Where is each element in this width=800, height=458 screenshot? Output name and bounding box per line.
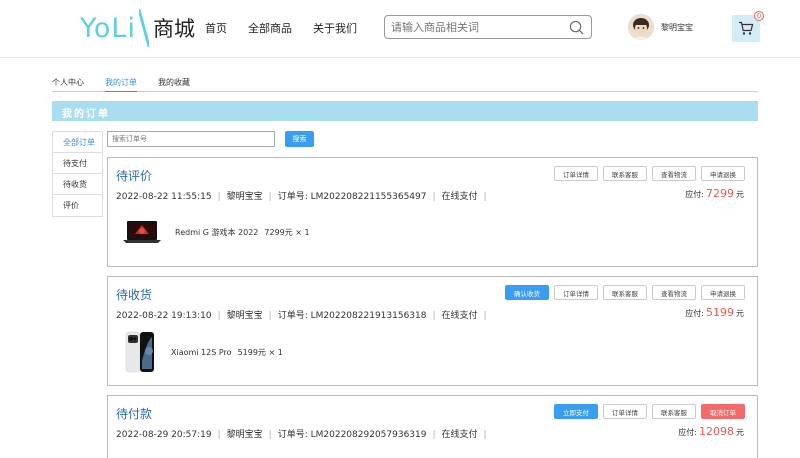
product-price-qty: 7299元 × 1 bbox=[264, 227, 310, 237]
nav-item-all-products[interactable]: 全部商品 bbox=[248, 20, 292, 36]
order-search-box bbox=[107, 131, 275, 147]
order-actions: 订单详情 联系客服 查看物流 申请退换 bbox=[554, 166, 745, 181]
laptop-image[interactable] bbox=[123, 220, 161, 244]
payable-label: 应付: bbox=[685, 309, 704, 318]
product-name[interactable]: Redmi G 游戏本 2022 bbox=[175, 227, 258, 238]
sidebar-item-all-orders[interactable]: 全部订单 bbox=[53, 132, 102, 153]
order-card: 待收货 确认收货 订单详情 联系客服 查看物流 申请退换 2022-08-22 … bbox=[107, 276, 758, 386]
contact-service-button[interactable]: 联系客服 bbox=[603, 285, 647, 300]
request-return-button[interactable]: 申请退换 bbox=[701, 285, 745, 300]
cancel-order-button[interactable]: 取消订单 bbox=[701, 404, 745, 419]
pay-method: 在线支付 bbox=[441, 311, 478, 321]
cart-count-badge: 0 bbox=[754, 11, 764, 21]
order-detail-button[interactable]: 订单详情 bbox=[554, 166, 598, 181]
tab-my-favorites[interactable]: 我的收藏 bbox=[158, 76, 190, 92]
phone-image[interactable] bbox=[123, 331, 157, 373]
nav-item-about[interactable]: 关于我们 bbox=[313, 20, 357, 36]
payable-amount: 应付: 12098 元 bbox=[678, 425, 744, 438]
section-title: 我的订单 bbox=[62, 109, 110, 120]
user-avatar[interactable] bbox=[628, 14, 654, 40]
order-no-label: 订单号: bbox=[277, 192, 308, 202]
order-number: LM202208221913156318 bbox=[310, 311, 427, 321]
sidebar-item-review[interactable]: 评价 bbox=[53, 195, 102, 216]
sidebar-item-pending-receipt[interactable]: 待收货 bbox=[53, 174, 102, 195]
product-name[interactable]: Xiaomi 12S Pro bbox=[171, 348, 232, 357]
order-datetime: 2022-08-22 11:55:15 bbox=[116, 192, 212, 202]
logo-slash-mark bbox=[138, 9, 149, 47]
order-status: 待评价 bbox=[116, 169, 153, 183]
order-search-button[interactable]: 搜索 bbox=[285, 131, 314, 147]
order-user: 黎明宝宝 bbox=[226, 311, 263, 321]
confirm-receipt-button[interactable]: 确认收货 bbox=[505, 285, 549, 300]
order-search-input[interactable] bbox=[112, 132, 272, 146]
currency-label: 元 bbox=[736, 428, 744, 437]
order-status: 待付款 bbox=[116, 407, 153, 421]
payable-label: 应付: bbox=[678, 428, 697, 437]
order-detail-button[interactable]: 订单详情 bbox=[554, 285, 598, 300]
logo-cn-text: 商城 bbox=[152, 17, 195, 41]
order-product[interactable]: Xiaomi 12S Pro 5199元 × 1 bbox=[123, 331, 283, 373]
account-tabs: 个人中心 我的订单 我的收藏 bbox=[52, 76, 758, 92]
order-datetime: 2022-08-22 19:13:10 bbox=[116, 311, 212, 321]
product-price-qty: 5199元 × 1 bbox=[237, 347, 283, 357]
payable-amount: 应付: 5199 元 bbox=[685, 306, 744, 319]
site-logo[interactable]: YoLi 商城 bbox=[80, 9, 195, 47]
logo-text: YoLi bbox=[80, 12, 136, 44]
request-return-button[interactable]: 申请退换 bbox=[701, 166, 745, 181]
pay-now-button[interactable]: 立即支付 bbox=[554, 404, 598, 419]
pay-method: 在线支付 bbox=[441, 192, 478, 202]
order-detail-button[interactable]: 订单详情 bbox=[603, 404, 647, 419]
cart-icon bbox=[739, 21, 754, 35]
view-logistics-button[interactable]: 查看物流 bbox=[652, 285, 696, 300]
payable-value: 12098 bbox=[699, 425, 734, 438]
order-product[interactable]: Redmi G 游戏本 2022 7299元 × 1 bbox=[123, 220, 310, 244]
search-icon[interactable] bbox=[569, 20, 584, 35]
payable-label: 应付: bbox=[685, 190, 704, 199]
product-search-input[interactable] bbox=[391, 17, 561, 37]
payable-value: 5199 bbox=[706, 306, 734, 319]
order-no-label: 订单号: bbox=[277, 311, 308, 321]
order-filter-sidebar: 全部订单 待支付 待收货 评价 bbox=[52, 131, 103, 217]
order-no-label: 订单号: bbox=[277, 430, 308, 440]
order-meta: 2022-08-22 19:13:10 | 黎明宝宝 | 订单号: LM20220822… bbox=[116, 311, 487, 321]
nav-item-home[interactable]: 首页 bbox=[205, 20, 227, 36]
order-actions: 确认收货 订单详情 联系客服 查看物流 申请退换 bbox=[505, 285, 745, 300]
order-status: 待收货 bbox=[116, 288, 153, 302]
product-search-box bbox=[384, 15, 592, 39]
order-meta: 2022-08-29 20:57:19 | 黎明宝宝 | 订单号: LM20220829… bbox=[116, 430, 487, 440]
section-banner: 我的订单 bbox=[52, 101, 758, 121]
payable-value: 7299 bbox=[706, 187, 734, 200]
order-number: LM202208221155365497 bbox=[310, 192, 427, 202]
username-label[interactable]: 黎明宝宝 bbox=[661, 22, 693, 33]
order-meta: 2022-08-22 11:55:15 | 黎明宝宝 | 订单号: LM20220822… bbox=[116, 192, 487, 202]
sidebar-item-pending-payment[interactable]: 待支付 bbox=[53, 153, 102, 174]
order-card: 待评价 订单详情 联系客服 查看物流 申请退换 2022-08-22 11:55… bbox=[107, 157, 758, 267]
order-user: 黎明宝宝 bbox=[226, 430, 263, 440]
order-card: 待付款 立即支付 订单详情 联系客服 取消订单 2022-08-29 20:57… bbox=[107, 395, 758, 458]
site-header: YoLi 商城 首页 全部商品 关于我们 黎明宝宝 0 bbox=[0, 0, 800, 58]
pay-method: 在线支付 bbox=[441, 430, 478, 440]
order-datetime: 2022-08-29 20:57:19 bbox=[116, 430, 212, 440]
contact-service-button[interactable]: 联系客服 bbox=[652, 404, 696, 419]
order-number: LM202208292057936319 bbox=[310, 430, 427, 440]
currency-label: 元 bbox=[736, 190, 744, 199]
contact-service-button[interactable]: 联系客服 bbox=[603, 166, 647, 181]
payable-amount: 应付: 7299 元 bbox=[685, 187, 744, 200]
tab-personal-center[interactable]: 个人中心 bbox=[52, 76, 84, 92]
view-logistics-button[interactable]: 查看物流 bbox=[652, 166, 696, 181]
currency-label: 元 bbox=[736, 309, 744, 318]
order-user: 黎明宝宝 bbox=[226, 192, 263, 202]
tab-my-orders[interactable]: 我的订单 bbox=[105, 76, 137, 92]
order-actions: 立即支付 订单详情 联系客服 取消订单 bbox=[554, 404, 745, 419]
main-nav: 首页 全部商品 关于我们 bbox=[205, 20, 378, 36]
